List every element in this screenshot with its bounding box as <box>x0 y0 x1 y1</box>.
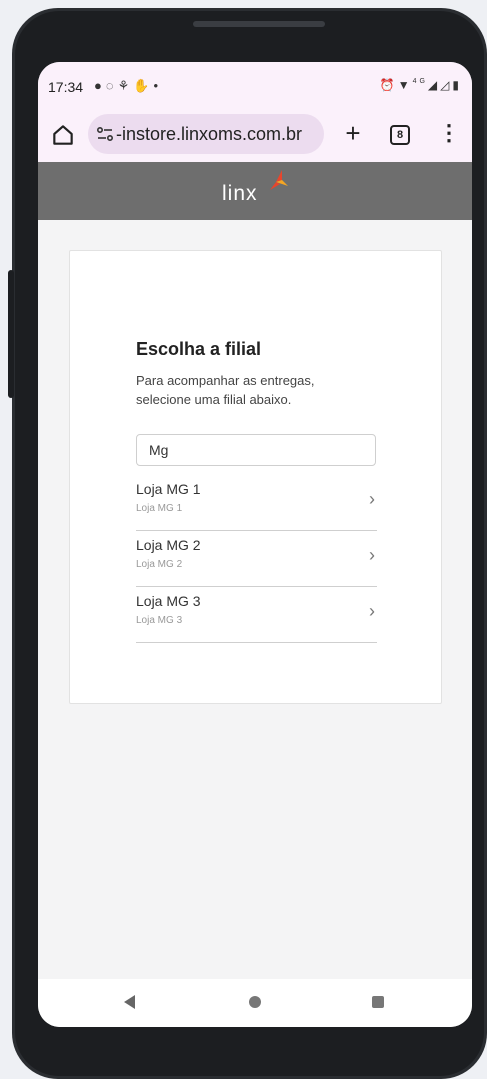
page-title: Escolha a filial <box>136 339 262 359</box>
url-bar[interactable]: -instore.linxoms.com.br <box>88 114 324 154</box>
store-subtitle: Loja MG 2 <box>136 559 183 570</box>
new-tab-button[interactable]: + <box>340 118 366 149</box>
notification-icons: ●◌⚘✋• <box>94 78 162 94</box>
store-name: Loja MG 2 <box>136 537 201 553</box>
home-nav-icon[interactable] <box>249 996 261 1008</box>
app-icon: ⚘ <box>117 78 134 93</box>
logo-mark-icon <box>270 170 288 190</box>
chevron-right-icon: › <box>369 545 375 565</box>
back-icon[interactable] <box>124 995 135 1009</box>
dot-icon: • <box>153 78 162 93</box>
speaker-grille <box>193 21 325 27</box>
search-input[interactable] <box>136 434 376 466</box>
chevron-right-icon: › <box>369 601 375 621</box>
wifi-icon: ▼ <box>397 78 413 92</box>
home-icon[interactable] <box>50 122 76 148</box>
4g-icon: 4G <box>412 78 428 85</box>
store-name: Loja MG 1 <box>136 481 201 497</box>
signal-icon: ◢ <box>427 78 441 92</box>
store-item[interactable]: Loja MG 1 Loja MG 1 › <box>136 475 377 531</box>
app-icon: ✋ <box>133 78 154 93</box>
site-settings-icon[interactable] <box>96 126 114 142</box>
app-header: Linx <box>38 162 472 220</box>
alarm-icon: ⏰ <box>379 78 398 92</box>
store-name: Loja MG 3 <box>136 593 201 609</box>
message-icon: ● <box>94 78 106 93</box>
branch-card: Escolha a filial Para acompanhar as entr… <box>69 250 442 704</box>
browser-toolbar: -instore.linxoms.com.br + 8 ⋮ <box>38 110 472 162</box>
store-subtitle: Loja MG 1 <box>136 503 183 514</box>
store-item[interactable]: Loja MG 2 Loja MG 2 › <box>136 531 377 587</box>
store-item[interactable]: Loja MG 3 Loja MG 3 › <box>136 587 377 643</box>
page-description: Para acompanhar as entregas, selecione u… <box>136 373 315 407</box>
battery-icon: ▮ <box>452 78 462 92</box>
system-nav-bar <box>38 979 472 1027</box>
signal-icon: ◿ <box>440 78 453 92</box>
whatsapp-icon: ◌ <box>105 78 118 93</box>
status-time: 17:34 <box>48 79 84 95</box>
system-icons: ⏰▼4G◢◿▮ <box>380 78 462 92</box>
linx-logo: Linx <box>220 170 300 210</box>
url-text[interactable]: -instore.linxoms.com.br <box>116 124 302 145</box>
chevron-right-icon: › <box>369 489 375 509</box>
tab-switcher-button[interactable]: 8 <box>390 125 410 145</box>
recents-icon[interactable] <box>372 996 384 1008</box>
logo-text: Linx <box>222 182 258 205</box>
screen: 17:34 ●◌⚘✋• ⏰▼4G◢◿▮ -instore.linxoms.com… <box>38 62 472 1027</box>
side-button <box>8 270 14 398</box>
store-list: Loja MG 1 Loja MG 1 › Loja MG 2 Loja MG … <box>136 475 377 643</box>
store-subtitle: Loja MG 3 <box>136 615 183 626</box>
status-bar: 17:34 ●◌⚘✋• ⏰▼4G◢◿▮ <box>38 62 472 112</box>
menu-icon[interactable]: ⋮ <box>438 120 460 146</box>
